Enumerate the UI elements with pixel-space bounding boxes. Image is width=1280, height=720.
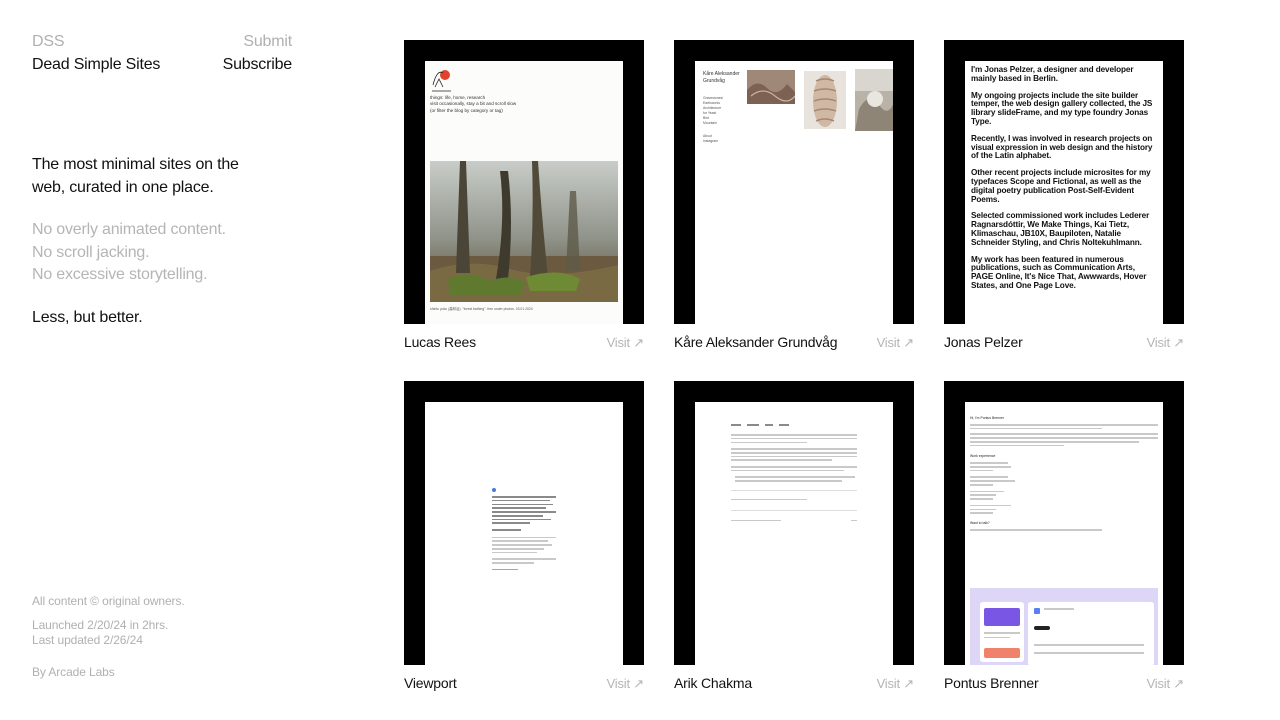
preview-page: things: life, home, research visit occas…: [425, 61, 623, 324]
footer: All content © original owners. Launched …: [32, 594, 185, 680]
intro: The most minimal sites on the web, curat…: [32, 154, 272, 329]
preview-page: I'm Jonas Pelzer, a designer and develop…: [965, 61, 1163, 324]
short-name-link[interactable]: DSS: [32, 31, 65, 53]
preview-image: [855, 69, 893, 131]
updated-text: Last updated 2/26/24: [32, 633, 143, 647]
tagline: Less, but better.: [32, 308, 143, 326]
principle-item: No excessive storytelling.: [32, 266, 208, 283]
preview-image: [747, 70, 795, 104]
subscribe-link[interactable]: Subscribe: [223, 54, 293, 76]
site-meta: Lucas Rees Visit ↗: [404, 334, 644, 351]
site-card: I'm Jonas Pelzer, a designer and develop…: [944, 40, 1184, 351]
site-card: Viewport Visit ↗: [404, 381, 644, 692]
preview-image: [804, 71, 846, 129]
preview-text-block: [492, 488, 556, 573]
forest-photo: [430, 161, 618, 302]
preview-paragraph: My work has been featured in numerous pu…: [971, 254, 1147, 290]
preview-paragraph: Other recent projects include microsites…: [971, 168, 1151, 204]
preview-paragraph: Recently, I was involved in research pro…: [971, 133, 1153, 161]
site-meta: Viewport Visit ↗: [404, 675, 644, 692]
visit-link[interactable]: Visit ↗: [607, 334, 645, 351]
headline-line: web, curated in one place.: [32, 178, 214, 196]
preview-paragraph: My ongoing projects include the site bui…: [971, 90, 1153, 126]
preview-text: (or filter the blog by category or tag): [430, 107, 503, 113]
site-card: Kåre Aleksander Grundvåg Gravestones/ Ea…: [674, 40, 914, 351]
principle-item: No scroll jacking.: [32, 243, 150, 261]
site-card: Arik Chakma Visit ↗: [674, 381, 914, 692]
headline: The most minimal sites on the web, curat…: [32, 154, 272, 199]
visit-link[interactable]: Visit ↗: [877, 334, 915, 351]
preview-heading: Want to talk?: [970, 520, 990, 525]
photo-caption: shinto yoku (森林浴), "forest bathing". fre…: [430, 307, 533, 311]
preview-page: [425, 402, 623, 665]
visit-link[interactable]: Visit ↗: [607, 675, 645, 692]
preview-paragraph: I'm Jonas Pelzer, a designer and develop…: [971, 65, 1134, 83]
site-preview[interactable]: [674, 381, 914, 665]
credit-link[interactable]: By Arcade Labs: [32, 665, 185, 680]
headline-line: The most minimal sites on the: [32, 156, 239, 173]
sketch-logo-icon: [432, 70, 451, 92]
visit-link[interactable]: Visit ↗: [1147, 675, 1185, 692]
site-name: Lucas Rees: [404, 334, 476, 350]
preview-page: [695, 402, 893, 665]
preview-link: Instagram: [703, 139, 719, 143]
site-meta: Jonas Pelzer Visit ↗: [944, 334, 1184, 351]
site-name: Jonas Pelzer: [944, 334, 1023, 350]
principle-item: No overly animated content.: [32, 221, 226, 238]
preview-screenshot: [970, 588, 1158, 665]
site-meta: Arik Chakma Visit ↗: [674, 675, 914, 692]
site-name: Viewport: [404, 675, 457, 691]
site-card: Hi, I'm Pontus Brenner Work experience W…: [944, 381, 1184, 692]
site-name: Kåre Aleksander Grundvåg: [674, 334, 838, 350]
visit-link[interactable]: Visit ↗: [877, 675, 915, 692]
site-preview[interactable]: [404, 381, 644, 665]
sidebar: DSS Submit Dead Simple Sites Subscribe T…: [32, 0, 292, 720]
preview-heading: Work experience: [970, 454, 996, 459]
brand-row: DSS Submit Dead Simple Sites Subscribe: [32, 31, 292, 76]
copyright-text: All content © original owners.: [32, 594, 185, 608]
preview-greeting: Hi, I'm Pontus Brenner: [970, 416, 1005, 420]
preview-page: Kåre Aleksander Grundvåg Gravestones/ Ea…: [695, 61, 893, 324]
principles-list: No overly animated content. No scroll ja…: [32, 219, 272, 287]
preview-paragraph: Selected commissioned work includes Lede…: [971, 211, 1150, 247]
site-preview[interactable]: Hi, I'm Pontus Brenner Work experience W…: [944, 381, 1184, 665]
preview-page: Hi, I'm Pontus Brenner Work experience W…: [965, 402, 1163, 665]
site-preview[interactable]: Kåre Aleksander Grundvåg Gravestones/ Ea…: [674, 40, 914, 324]
site-card: things: life, home, research visit occas…: [404, 40, 644, 351]
site-name: Pontus Brenner: [944, 675, 1039, 691]
site-meta: Pontus Brenner Visit ↗: [944, 675, 1184, 692]
site-preview[interactable]: things: life, home, research visit occas…: [404, 40, 644, 324]
site-preview[interactable]: I'm Jonas Pelzer, a designer and develop…: [944, 40, 1184, 324]
site-name-link[interactable]: Dead Simple Sites: [32, 54, 160, 76]
preview-text-block: [731, 422, 857, 523]
preview-title: Kåre Aleksander Grundvåg: [703, 71, 740, 84]
site-name: Arik Chakma: [674, 675, 752, 691]
launched-text: Launched 2/20/24 in 2hrs.: [32, 618, 169, 632]
preview-nav: Mountain: [703, 121, 717, 125]
site-meta: Kåre Aleksander Grundvåg Visit ↗: [674, 334, 914, 351]
submit-link[interactable]: Submit: [243, 31, 292, 53]
visit-link[interactable]: Visit ↗: [1147, 334, 1185, 351]
